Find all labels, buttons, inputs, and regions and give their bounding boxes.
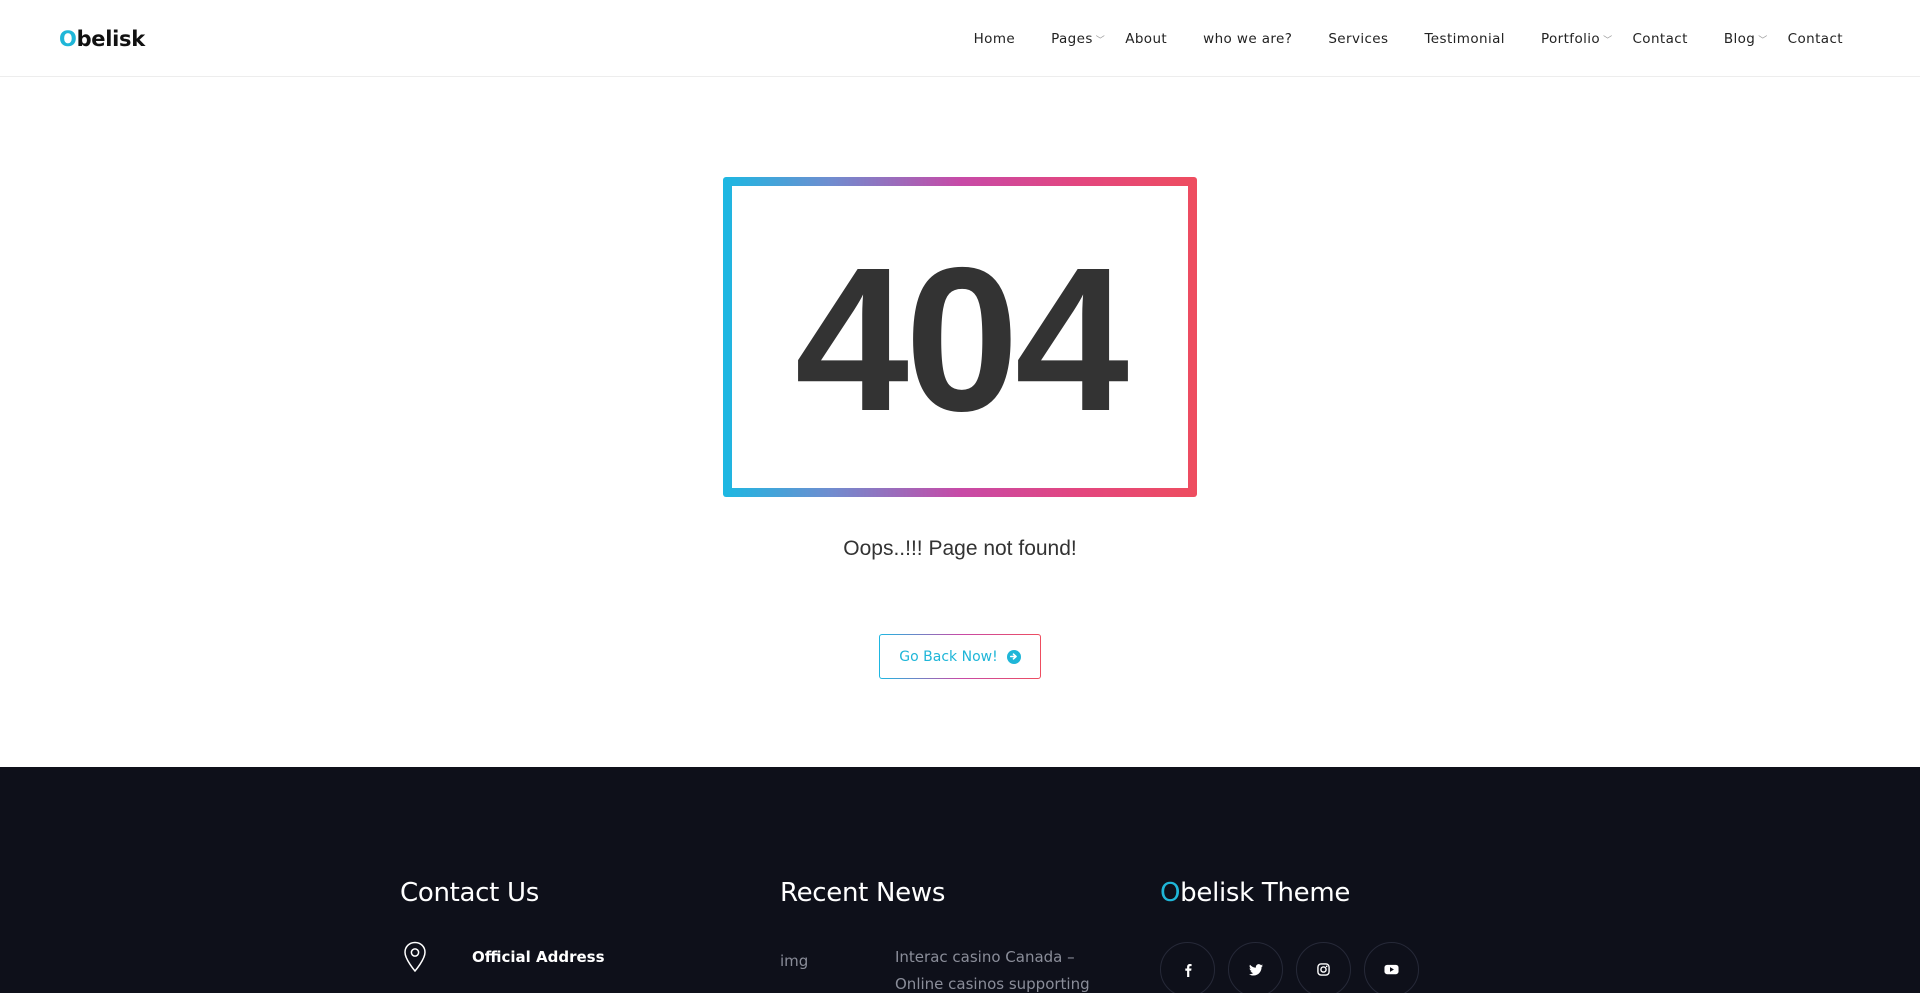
instagram-icon xyxy=(1317,963,1330,976)
youtube-link[interactable] xyxy=(1364,942,1419,993)
nav-item-contact-2[interactable]: Contact xyxy=(1788,31,1843,47)
news-item-link[interactable]: Interac casino Canada – Online casinos s… xyxy=(895,944,1115,993)
go-back-button[interactable]: Go Back Now! xyxy=(879,634,1041,679)
main-nav: Home Pages ﹀ About who we are? Services … xyxy=(974,0,1843,77)
nav-item-testimonial[interactable]: Testimonial xyxy=(1424,31,1504,47)
go-back-button-label: Go Back Now! xyxy=(899,648,998,665)
arrow-circle-right-icon xyxy=(1006,649,1021,664)
error-code-frame-inner: 404 xyxy=(732,186,1188,488)
nav-item-label: Blog xyxy=(1723,30,1756,47)
chevron-down-icon: ﹀ xyxy=(1758,36,1768,46)
footer-theme-title-text: belisk Theme xyxy=(1180,878,1351,908)
footer-address-label: Official Address xyxy=(472,948,605,966)
error-code: 404 xyxy=(794,224,1129,454)
footer-news-title: Recent News xyxy=(780,878,946,908)
nav-item-label: Contact xyxy=(1632,30,1688,47)
nav-item-who-we-are[interactable]: who we are? xyxy=(1203,31,1292,47)
nav-item-contact[interactable]: Contact xyxy=(1632,31,1687,47)
nav-item-pages[interactable]: Pages ﹀ xyxy=(1051,31,1105,47)
nav-item-about[interactable]: About xyxy=(1125,31,1167,47)
site-footer: Contact Us Official Address Recent News … xyxy=(0,767,1920,993)
site-logo[interactable]: Obelisk xyxy=(59,27,145,51)
nav-item-label: Pages xyxy=(1051,30,1093,47)
social-links xyxy=(1160,942,1419,993)
footer-theme-accent-letter: O xyxy=(1160,878,1181,908)
news-thumbnail-broken-image[interactable]: img xyxy=(780,952,808,970)
twitter-icon xyxy=(1248,963,1263,975)
nav-item-blog[interactable]: Blog ﹀ xyxy=(1724,31,1768,47)
error-message: Oops..!!! Page not found! xyxy=(843,537,1077,560)
logo-text: belisk xyxy=(76,27,146,51)
go-back-button-inner: Go Back Now! xyxy=(880,635,1040,678)
youtube-icon xyxy=(1384,964,1399,975)
facebook-icon xyxy=(1184,963,1192,977)
map-pin-icon xyxy=(403,941,427,978)
nav-item-services[interactable]: Services xyxy=(1328,31,1388,47)
nav-item-label: About xyxy=(1125,30,1168,47)
instagram-link[interactable] xyxy=(1296,942,1351,993)
footer-contact-title: Contact Us xyxy=(400,878,539,908)
nav-item-label: Contact xyxy=(1787,30,1843,47)
facebook-link[interactable] xyxy=(1160,942,1215,993)
nav-item-home[interactable]: Home xyxy=(974,31,1015,47)
footer-theme-title: Obelisk Theme xyxy=(1160,878,1350,908)
nav-item-label: Services xyxy=(1328,30,1389,47)
site-header: Obelisk Home Pages ﹀ About who we are? S… xyxy=(0,0,1920,77)
error-code-frame: 404 xyxy=(723,177,1197,497)
nav-item-label: Portfolio xyxy=(1540,30,1601,47)
twitter-link[interactable] xyxy=(1228,942,1283,993)
nav-item-label: who we are? xyxy=(1203,30,1293,47)
nav-item-label: Testimonial xyxy=(1424,30,1505,47)
chevron-down-icon: ﹀ xyxy=(1603,36,1613,46)
nav-item-label: Home xyxy=(973,30,1016,47)
nav-item-portfolio[interactable]: Portfolio ﹀ xyxy=(1541,31,1613,47)
chevron-down-icon: ﹀ xyxy=(1095,36,1106,46)
logo-accent-letter: O xyxy=(59,27,77,51)
